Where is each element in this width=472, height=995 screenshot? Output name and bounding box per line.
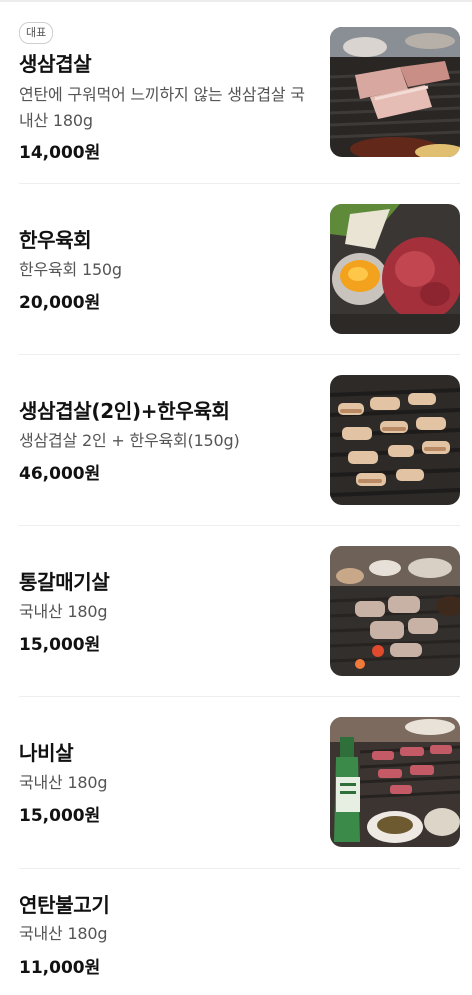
- menu-name: 한우육회: [19, 228, 92, 252]
- pork-belly-grill-photo[interactable]: [330, 27, 460, 157]
- menu-price: 20,000원: [19, 293, 101, 313]
- menu-description: 생삼겹살 2인 + 한우육회(150g): [19, 431, 240, 450]
- menu-price: 46,000원: [19, 464, 101, 484]
- menu-name: 생삼겹살: [19, 52, 92, 76]
- menu-description: 연탄에 구워먹어 느끼하지 않는 생삼겹살 국내산 180g: [19, 85, 305, 130]
- menu-item[interactable]: 연탄불고기 국내산 180g 11,000원: [0, 869, 472, 995]
- menu-name: 생삼겹살(2인)+한우육회: [19, 399, 230, 423]
- menu-name: 연탄불고기: [19, 893, 110, 917]
- nabi-meat-soju-photo[interactable]: [330, 717, 460, 847]
- menu-item[interactable]: 한우육회 한우육회 150g 20,000원: [0, 184, 472, 355]
- signature-badge: 대표: [19, 22, 54, 44]
- menu-description: 국내산 180g: [19, 773, 108, 792]
- menu-item[interactable]: 나비살 국내산 180g 15,000원: [0, 697, 472, 869]
- menu-description: 국내산 180g: [19, 602, 108, 621]
- menu-name: 통갈매기살: [19, 570, 110, 594]
- beef-tartare-photo[interactable]: [330, 204, 460, 334]
- menu-price: 11,000원: [19, 958, 101, 978]
- menu-description: 국내산 180g: [19, 924, 108, 943]
- menu-item[interactable]: 통갈매기살 국내산 180g 15,000원: [0, 526, 472, 697]
- menu-price: 14,000원: [19, 143, 101, 163]
- menu-name: 나비살: [19, 741, 74, 765]
- menu-item[interactable]: 대표 생삼겹살 연탄에 구워먹어 느끼하지 않는 생삼겹살 국내산 180g 1…: [0, 0, 472, 184]
- menu-price: 15,000원: [19, 806, 101, 826]
- menu-description: 한우육회 150g: [19, 260, 122, 279]
- menu-item[interactable]: 생삼겹살(2인)+한우육회 생삼겹살 2인 + 한우육회(150g) 46,00…: [0, 355, 472, 526]
- skirt-meat-grill-photo[interactable]: [330, 546, 460, 676]
- grilled-pork-set-photo[interactable]: [330, 375, 460, 505]
- menu-price: 15,000원: [19, 635, 101, 655]
